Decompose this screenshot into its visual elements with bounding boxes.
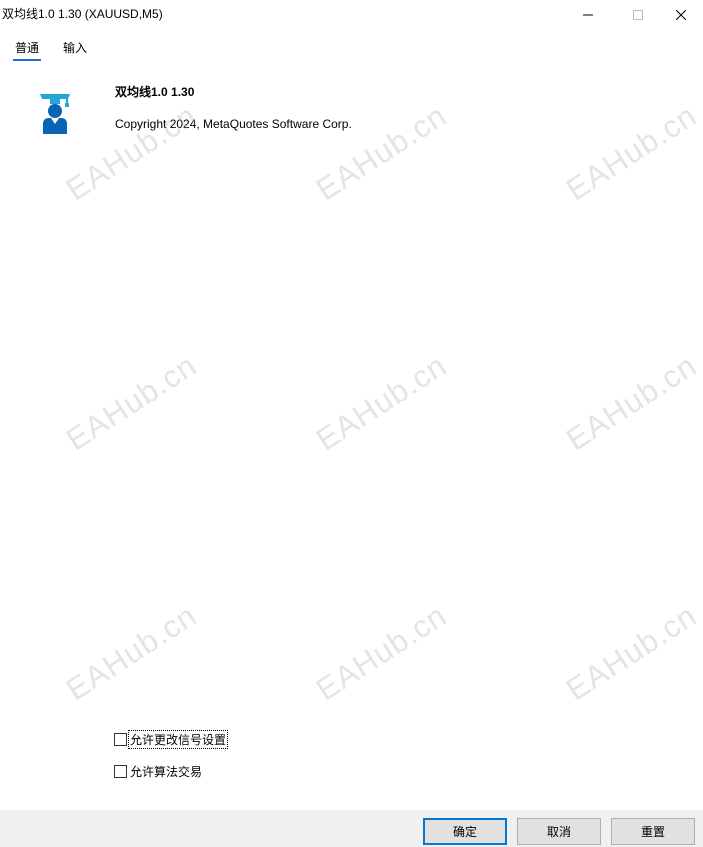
watermark-text: EAHub.cn bbox=[310, 97, 453, 208]
button-bar: 确定 取消 重置 bbox=[0, 810, 703, 847]
reset-button[interactable]: 重置 bbox=[611, 818, 695, 845]
close-icon bbox=[676, 10, 686, 20]
program-name: 双均线1.0 1.30 bbox=[115, 85, 195, 99]
allow-algo-trading-checkbox[interactable]: 允许算法交易 bbox=[114, 762, 203, 780]
ok-button[interactable]: 确定 bbox=[423, 818, 507, 845]
graduate-icon bbox=[40, 90, 70, 136]
window-title: 双均线1.0 1.30 (XAUUSD,M5) bbox=[2, 7, 163, 21]
watermark-text: EAHub.cn bbox=[560, 347, 703, 458]
tab-strip: 普通 输入 bbox=[0, 30, 703, 61]
watermark-text: EAHub.cn bbox=[60, 97, 203, 208]
title-bar[interactable]: 双均线1.0 1.30 (XAUUSD,M5) bbox=[0, 0, 703, 30]
close-button[interactable] bbox=[658, 0, 703, 30]
watermark-text: EAHub.cn bbox=[310, 347, 453, 458]
tab-general[interactable]: 普通 bbox=[12, 39, 42, 61]
copyright-text: Copyright 2024, MetaQuotes Software Corp… bbox=[115, 117, 352, 131]
watermark-text: EAHub.cn bbox=[60, 347, 203, 458]
watermark-text: EAHub.cn bbox=[560, 97, 703, 208]
watermark-text: EAHub.cn bbox=[560, 597, 703, 708]
checkbox-box[interactable] bbox=[114, 764, 127, 778]
tab-input[interactable]: 输入 bbox=[63, 39, 87, 56]
minimize-button[interactable] bbox=[565, 0, 611, 30]
dialog-window: 双均线1.0 1.30 (XAUUSD,M5) 普通 输入 双均线1.0 1.3… bbox=[0, 0, 703, 847]
checkbox-label[interactable]: 允许更改信号设置 bbox=[127, 729, 229, 749]
watermark-text: EAHub.cn bbox=[310, 597, 453, 708]
checkbox-box[interactable] bbox=[114, 732, 127, 746]
maximize-button[interactable] bbox=[615, 0, 661, 30]
checkbox-label[interactable]: 允许算法交易 bbox=[129, 763, 203, 780]
minimize-icon bbox=[583, 10, 593, 20]
maximize-icon bbox=[633, 10, 643, 20]
watermark-text: EAHub.cn bbox=[60, 597, 203, 708]
allow-modify-signal-checkbox[interactable]: 允许更改信号设置 bbox=[114, 729, 229, 749]
cancel-button[interactable]: 取消 bbox=[517, 818, 601, 845]
